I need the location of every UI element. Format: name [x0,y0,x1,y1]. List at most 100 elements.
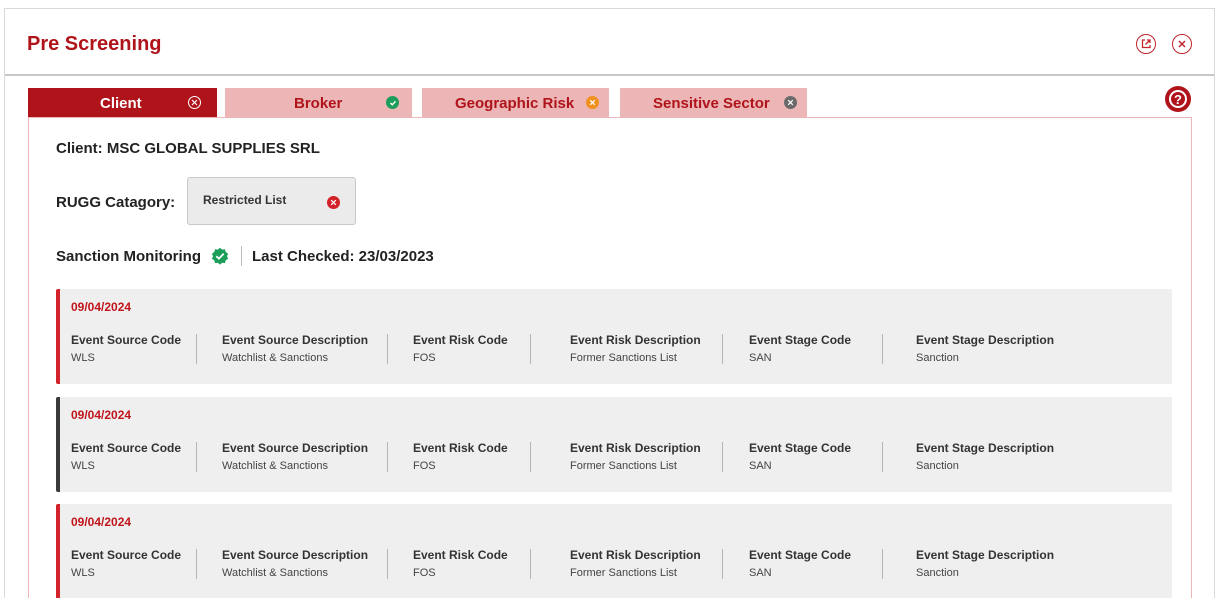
event-field: Event Stage Description Sanction [916,548,1054,579]
divider [722,442,723,472]
event-field: Event Stage Code SAN [749,548,851,579]
event-field: Event Source Description Watchlist & Sanc… [222,333,368,364]
field-value: FOS [413,567,436,579]
neutral-circle-icon [784,96,797,109]
field-label: Event Stage Description [916,333,1055,347]
warning-circle-icon [586,96,599,109]
event-card: 09/04/2024 Event Source Code WLS Event So… [56,504,1172,598]
field-label: Event Risk Code [413,548,508,562]
field-value: Former Sanctions List [570,460,677,472]
event-field: Event Stage Description Sanction [916,333,1054,364]
field-label: Event Risk Code [413,333,508,347]
tab-broker[interactable]: Broker [225,88,412,117]
tab-sensitive-sector[interactable]: Sensitive Sector [620,88,807,117]
divider [387,442,388,472]
event-field: Event Stage Code SAN [749,333,851,364]
divider [722,334,723,364]
tab-label: Geographic Risk [455,95,575,112]
event-date: 09/04/2024 [71,300,132,314]
event-field: Event Source Description Watchlist & Sanc… [222,441,368,472]
divider [196,549,197,579]
divider [196,442,197,472]
divider [196,334,197,364]
field-value: Sanction [916,352,959,364]
field-label: Event Source Code [71,441,182,455]
field-value: WLS [71,567,95,579]
divider [882,334,883,364]
field-value: WLS [71,460,95,472]
event-field: Event Source Code WLS [71,333,181,364]
event-field: Event Risk Description Former Sanctions L… [570,333,701,364]
tab-geographic-risk[interactable]: Geographic Risk [422,88,609,117]
help-icon[interactable]: ? [1165,86,1191,112]
field-label: Event Stage Code [749,441,852,455]
dialog-title: Pre Screening [27,33,162,55]
field-value: Sanction [916,567,959,579]
error-circle-icon [327,196,340,209]
tab-label: Sensitive Sector [653,95,770,112]
field-value: WLS [71,352,95,364]
dialog-header: Pre Screening [5,9,1214,76]
field-label: Event Stage Description [916,441,1055,455]
event-field: Event Risk Description Former Sanctions L… [570,548,701,579]
field-label: Event Risk Description [570,333,701,347]
field-value: Watchlist & Sanctions [222,567,328,579]
field-value: Sanction [916,460,959,472]
event-date: 09/04/2024 [71,515,132,529]
tab-label: Broker [294,95,343,112]
event-field: Event Risk Code FOS [413,548,508,579]
divider [387,334,388,364]
event-field: Event Source Description Watchlist & Sanc… [222,548,368,579]
divider [882,549,883,579]
field-label: Event Stage Code [749,333,852,347]
field-value: SAN [749,567,772,579]
event-date: 09/04/2024 [71,408,132,422]
field-label: Event Stage Code [749,548,852,562]
field-label: Event Source Code [71,548,182,562]
client-name: Client: MSC GLOBAL SUPPLIES SRL [56,140,320,157]
field-value: SAN [749,460,772,472]
field-label: Event Source Description [222,548,369,562]
sanction-monitoring-row: Sanction Monitoring Last Checked: 23/03/… [56,246,434,266]
divider [530,334,531,364]
divider [882,442,883,472]
divider [530,549,531,579]
rugg-category-label: RUGG Catagory: [56,194,176,211]
event-field: Event Risk Description Former Sanctions L… [570,441,701,472]
tab-client[interactable]: Client [28,88,217,117]
verified-badge-icon [211,247,229,265]
field-value: Former Sanctions List [570,352,677,364]
rugg-category-value: Restricted List [203,193,287,207]
field-label: Event Stage Description [916,548,1055,562]
field-value: Watchlist & Sanctions [222,352,328,364]
divider [722,549,723,579]
field-value: FOS [413,352,436,364]
event-field: Event Risk Code FOS [413,441,508,472]
event-field: Event Stage Description Sanction [916,441,1054,472]
field-label: Event Risk Description [570,441,701,455]
external-link-icon[interactable] [1136,34,1156,54]
field-label: Event Risk Code [413,441,508,455]
tab-label: Client [100,95,142,112]
field-value: Watchlist & Sanctions [222,460,328,472]
check-circle-icon [386,96,399,109]
event-field: Event Stage Code SAN [749,441,851,472]
divider [530,442,531,472]
field-label: Event Source Description [222,441,369,455]
close-icon[interactable] [1172,34,1192,54]
event-field: Event Source Code WLS [71,441,181,472]
field-label: Event Source Description [222,333,369,347]
event-field: Event Risk Code FOS [413,333,508,364]
last-checked-text: Last Checked: 23/03/2023 [251,247,434,265]
event-field: Event Source Code WLS [71,548,181,579]
rugg-category-value-box: Restricted List [187,177,356,225]
divider [240,246,242,266]
field-value: Former Sanctions List [570,567,677,579]
sanction-monitoring-label: Sanction Monitoring [56,247,201,265]
close-circle-icon [188,96,201,109]
field-label: Event Risk Description [570,548,701,562]
field-label: Event Source Code [71,333,182,347]
tab-content-client: Client: MSC GLOBAL SUPPLIES SRL RUGG Cat… [28,117,1192,598]
divider [387,549,388,579]
field-value: SAN [749,352,772,364]
